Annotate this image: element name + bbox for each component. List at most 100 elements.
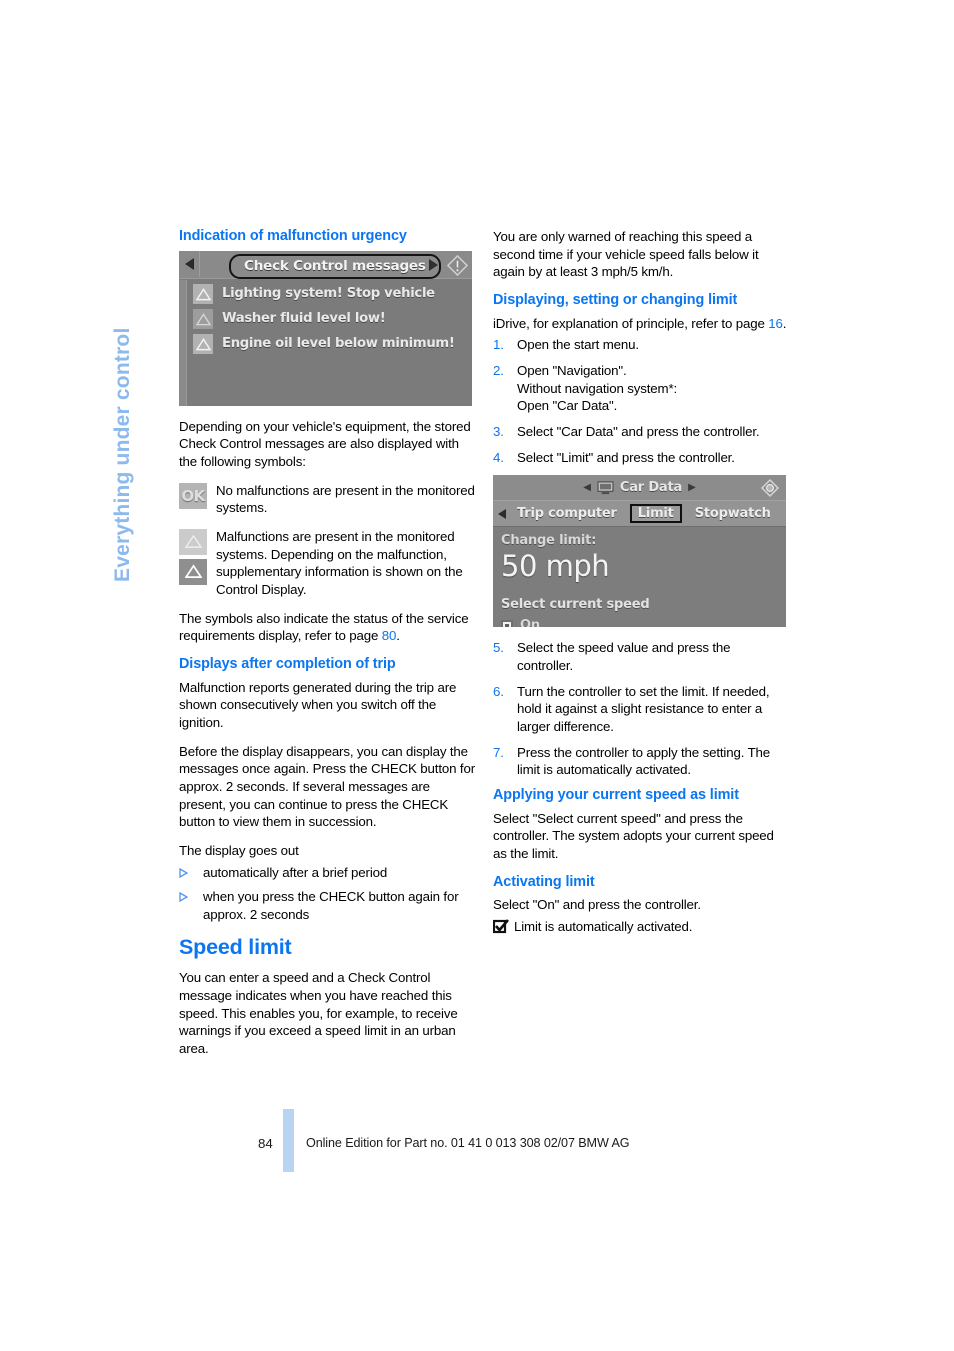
tab-trip-computer[interactable]: Trip computer [510, 505, 624, 522]
heading-speed-limit: Speed limit [179, 934, 292, 959]
idrive-reference-note: iDrive, for explanation of principle, re… [493, 315, 789, 333]
step-text: Select "Car Data" and press the controll… [517, 423, 760, 439]
applying-current-speed-paragraph: Select "Select current speed" and press … [493, 810, 774, 861]
car-data-body: Change limit: 50 mph Select current spee… [493, 527, 786, 628]
step-item: 6. Turn the controller to set the limit.… [493, 683, 789, 736]
symbol-row-ok: OK No malfunctions are present in the mo… [179, 482, 475, 517]
tab-limit[interactable]: Limit [629, 504, 682, 524]
divider [199, 251, 200, 278]
triangle-bullet-icon [179, 888, 203, 923]
step-number: 1. [493, 337, 504, 353]
checkbox-icon[interactable] [501, 619, 513, 628]
check-control-message-row: Washer fluid level low! [193, 308, 472, 329]
step-text: Turn the controller to set the limit. If… [517, 683, 770, 734]
checkbox-checked-icon [492, 918, 514, 940]
step-number: 7. [493, 744, 504, 760]
figure-check-control-messages: Check Control messages Lighting system! … [179, 250, 475, 406]
step-text: Open the start menu. [517, 337, 639, 353]
list-item-label: automatically after a brief period [203, 864, 388, 880]
step-number: 5. [493, 640, 504, 656]
right-column: You are only warned of reaching this spe… [492, 228, 789, 940]
list-item: automatically after a brief period [179, 864, 475, 882]
symbol-description: Malfunctions are present in the monitore… [216, 528, 463, 597]
triangle-bullet-icon [179, 864, 203, 882]
heading-displays-after-completion-of-trip: Displays after completion of trip [179, 655, 396, 672]
step-item: 4. Select "Limit" and press the controll… [493, 449, 789, 467]
warning-triangle-icon [193, 283, 213, 304]
triangle-left-icon [498, 508, 506, 519]
step-item: 7. Press the controller to apply the set… [493, 744, 789, 779]
step-number: 2. [493, 362, 504, 378]
page-link-80[interactable]: 80 [382, 628, 397, 643]
step-number: 4. [493, 449, 504, 465]
warning-triangle-light-icon [179, 528, 207, 555]
symbol-description: No malfunctions are present in the monit… [216, 482, 475, 516]
trip-paragraph-1: Malfunction reports generated during the… [179, 679, 457, 730]
symbol-row-malfunction: Malfunctions are present in the monitore… [179, 528, 475, 599]
footer-accent-bar [283, 1109, 294, 1172]
warning-triangle-icon [193, 308, 213, 329]
idrive-note-text-a: iDrive, for explanation of principle, re… [493, 315, 769, 331]
limit-value[interactable]: 50 mph [501, 549, 786, 583]
check-control-message-row: Lighting system! Stop vehicle [193, 283, 472, 304]
heading-indication-of-malfunction-urgency: Indication of malfunction urgency [179, 228, 407, 244]
service-requirements-note: The symbols also indicate the status of … [179, 610, 475, 645]
heading-applying-current-speed-as-limit: Applying your current speed as limit [493, 786, 739, 803]
step-text: Press the controller to apply the settin… [517, 744, 771, 778]
list-item-label: when you press the CHECK button again fo… [203, 889, 459, 922]
step-text: Select the speed value and press the con… [517, 640, 731, 673]
limit-activated-text: Limit is automatically activated. [514, 918, 693, 934]
check-control-message-text: Washer fluid level low! [222, 311, 386, 327]
car-data-title: Car Data [619, 480, 683, 496]
tab-stopwatch[interactable]: Stopwatch [688, 505, 778, 522]
intro-paragraph: Depending on your vehicle's equipment, t… [179, 418, 471, 469]
service-note-text-a: The symbols also indicate the status of … [179, 610, 469, 644]
step-text: Select "Limit" and press the controller. [517, 449, 735, 465]
activating-limit-paragraph: Select "On" and press the controller. [493, 897, 701, 913]
warning-paragraph: You are only warned of reaching this spe… [493, 229, 759, 280]
warning-info-icon [447, 254, 468, 276]
speed-limit-paragraph: You can enter a speed and a Check Contro… [179, 970, 458, 1056]
symbol-icons [179, 528, 209, 599]
trip-paragraph-2: Before the display disappears, you can d… [179, 743, 475, 830]
triangle-right-icon [429, 258, 438, 271]
check-control-message-text: Engine oil level below minimum! [222, 336, 455, 352]
check-control-topbar: Check Control messages [179, 250, 472, 279]
left-column: Indication of malfunction urgency Check … [179, 228, 475, 1069]
steps-list-a: 1. Open the start menu. 2. Open "Navigat… [493, 336, 789, 466]
check-control-message-text: Lighting system! Stop vehicle [222, 286, 435, 302]
settings-icon [760, 479, 780, 498]
on-toggle-row[interactable]: On [501, 618, 786, 628]
step-item: 1. Open the start menu. [493, 336, 789, 354]
idrive-note-text-b: . [782, 315, 787, 331]
display-goes-out-list: automatically after a brief period when … [179, 864, 475, 924]
step-item: 5. Select the speed value and press the … [493, 639, 789, 674]
manual-page: Everything under control Indication of m… [0, 0, 954, 1351]
limit-activated-note: Limit is automatically activated. [492, 918, 789, 940]
car-data-tabs: Trip computer Limit Stopwatch [493, 501, 786, 528]
symbol-icons: OK [179, 482, 209, 517]
step-number: 3. [493, 423, 504, 439]
step-item: 2. Open "Navigation". Without navigation… [493, 362, 789, 415]
heading-activating-limit: Activating limit [493, 873, 595, 890]
figure-car-data: ◀ Car Data ▶ Trip computer Limit Stopwat… [493, 475, 789, 628]
monitor-icon [597, 481, 614, 494]
display-goes-out-label: The display goes out [179, 842, 299, 858]
ok-symbol-icon: OK [179, 482, 207, 509]
warning-triangle-icon [193, 333, 213, 354]
on-label: On [520, 618, 540, 628]
change-limit-label: Change limit: [501, 533, 597, 549]
list-item: when you press the CHECK button again fo… [179, 888, 475, 923]
check-control-left-rail [179, 279, 187, 406]
page-link-16[interactable]: 16 [768, 316, 783, 331]
select-current-speed-option[interactable]: Select current speed [501, 597, 786, 612]
step-item: 3. Select "Car Data" and press the contr… [493, 423, 789, 441]
check-control-message-row: Engine oil level below minimum! [193, 333, 472, 354]
heading-displaying-setting-changing-limit: Displaying, setting or changing limit [493, 292, 738, 309]
step-number: 6. [493, 683, 504, 699]
triangle-left-icon [185, 258, 194, 271]
step-text: Open "Navigation". Without navigation sy… [517, 362, 678, 414]
page-number: 84 [258, 1136, 273, 1151]
footer-imprint: Online Edition for Part no. 01 41 0 013 … [306, 1136, 630, 1150]
idrive-car-data-screen: ◀ Car Data ▶ Trip computer Limit Stopwat… [493, 475, 786, 628]
